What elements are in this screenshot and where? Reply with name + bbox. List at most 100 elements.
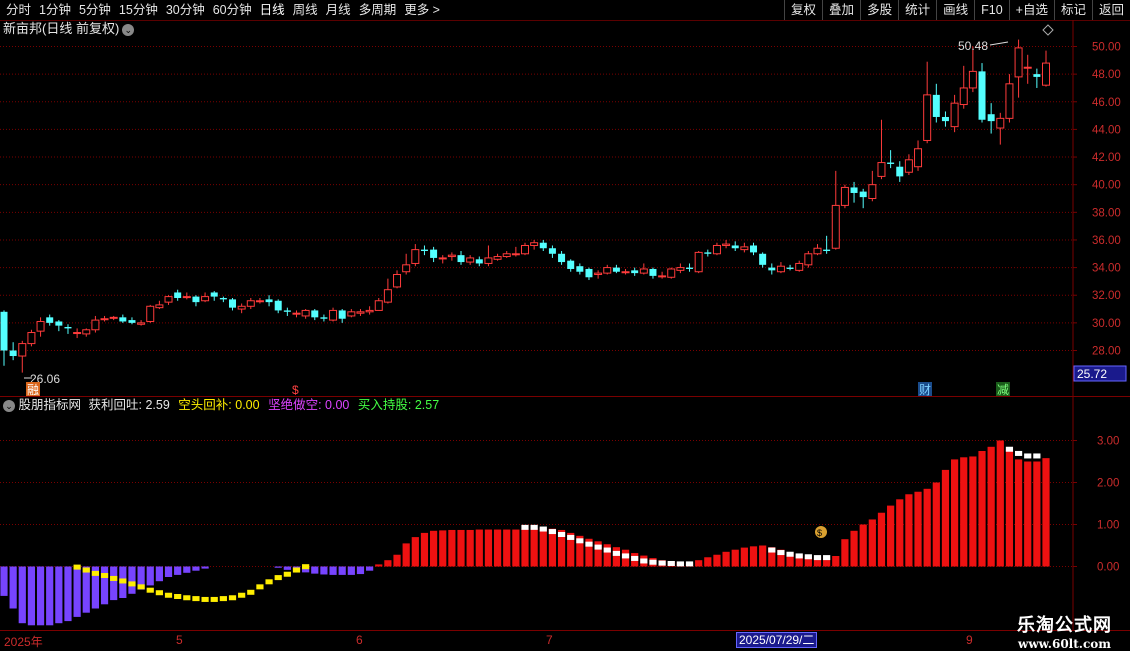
- indicator-bar-red: [969, 456, 977, 567]
- indicator-bar-white: [567, 534, 575, 540]
- indicator-value-hold: 2.57: [414, 398, 440, 412]
- candle-body: [850, 187, 858, 193]
- indicator-bar-red: [841, 539, 849, 567]
- candle-body: [100, 318, 109, 321]
- indicator-bar-red: [411, 537, 419, 567]
- indicator-tick-label: 3.00: [1097, 436, 1119, 448]
- candle-body: [420, 249, 428, 252]
- indicator-bar-red: [960, 457, 968, 567]
- candle-body: [347, 311, 356, 317]
- indicator-bar-purple: [311, 566, 319, 574]
- candle-body: [831, 204, 840, 249]
- indicator-bar-white: [667, 560, 675, 566]
- indicator-bar-white: [804, 554, 812, 560]
- candle-body: [329, 309, 338, 321]
- candle-body: [274, 300, 282, 311]
- indicator-bar-red: [887, 505, 895, 567]
- indicator-bar-red: [1033, 461, 1041, 567]
- indicator-bar-yellow: [219, 596, 227, 602]
- candle-body: [502, 253, 511, 258]
- candle-body: [484, 257, 493, 264]
- price-tick-label: 40.00: [1092, 180, 1121, 192]
- indicator-bar-yellow: [283, 571, 291, 577]
- indicator-bar-red: [914, 491, 922, 567]
- candle-body: [402, 264, 411, 273]
- indicator-bar-yellow: [302, 564, 310, 570]
- indicator-bar-yellow: [265, 579, 273, 585]
- indicator-bar-yellow: [91, 570, 100, 576]
- dividend-icon: $: [292, 383, 299, 397]
- candle-body: [0, 311, 8, 351]
- indicator-bar-white: [768, 547, 776, 553]
- candle-body: [109, 316, 118, 319]
- candle-body: [73, 332, 82, 335]
- watermark-url: www.60lt.com: [1018, 637, 1111, 651]
- candle-body: [603, 267, 612, 274]
- candle-body: [229, 299, 237, 308]
- diamond-icon: [1042, 24, 1054, 36]
- event-mark-reduce-text: 减: [997, 383, 1009, 397]
- indicator-bar-red: [923, 488, 931, 567]
- chevron-down-icon[interactable]: ⌄: [122, 23, 135, 36]
- chevron-down-icon[interactable]: ⌄: [3, 400, 15, 412]
- candle-body: [813, 247, 822, 255]
- candle-body: [558, 253, 566, 263]
- candle-body: [55, 321, 63, 326]
- indicator-bar-red: [402, 543, 410, 567]
- indicator-bar-yellow: [210, 596, 218, 602]
- candle-body: [868, 184, 877, 200]
- indicator-bar-yellow: [292, 567, 301, 573]
- indicator-bar-yellow: [82, 567, 90, 573]
- candle-body: [987, 114, 995, 122]
- candle-body: [64, 327, 72, 329]
- candle-body: [255, 300, 264, 303]
- indicator-bar-red: [429, 530, 438, 567]
- indicator-bar-yellow: [228, 595, 237, 601]
- candle-body: [46, 317, 54, 323]
- indicator-bar-purple: [347, 566, 355, 575]
- candle-body: [786, 267, 794, 269]
- indicator-bar-yellow: [119, 578, 127, 584]
- indicator-bar-yellow: [274, 575, 282, 581]
- candle-body: [959, 87, 968, 106]
- indicator-bar-red: [393, 554, 401, 567]
- indicator-label-short: 坚绝做空:: [268, 398, 322, 412]
- indicator-title: ⌄ 股朋指标网 获利回吐: 2.59 空头回补: 0.00 坚绝做空: 0.00…: [3, 398, 439, 413]
- price-tick-label: 42.00: [1092, 152, 1121, 164]
- candle-body: [36, 320, 45, 332]
- indicator-bar-purple: [73, 566, 81, 617]
- candle-body: [840, 186, 849, 206]
- candle-body: [731, 245, 739, 249]
- candle-body: [1005, 83, 1014, 119]
- date-label-june: 6: [356, 633, 363, 647]
- indicator-bar-red: [439, 530, 447, 567]
- indicator-bar-red: [850, 530, 858, 567]
- indicator-bar-yellow: [155, 590, 163, 596]
- indicator-value-profit: 2.59: [145, 398, 170, 412]
- indicator-bar-red: [1042, 458, 1050, 567]
- indicator-bar-red: [457, 529, 465, 567]
- indicator-bar-purple: [164, 566, 173, 577]
- candle-body: [859, 191, 867, 198]
- watermark: 乐淘公式网 www.60lt.com: [1017, 611, 1112, 651]
- candle-body: [686, 267, 694, 269]
- indicator-bar-white: [548, 529, 557, 535]
- indicator-bar-white: [585, 541, 593, 547]
- indicator-bar-red: [539, 527, 547, 567]
- candle-body: [311, 310, 319, 318]
- candle-body: [383, 289, 392, 303]
- date-label-sept: 9: [966, 633, 973, 647]
- candle-body: [548, 248, 556, 254]
- candle-body: [539, 242, 547, 249]
- indicator-bar-purple: [183, 566, 191, 573]
- candle-body: [530, 242, 539, 246]
- indicator-bar-red: [695, 560, 703, 567]
- indicator-bar-purple: [0, 566, 8, 596]
- candle-body: [511, 253, 520, 256]
- kline-chart[interactable]: 50.0048.0046.0044.0042.0040.0038.0036.00…: [0, 0, 1130, 650]
- candle-body: [658, 275, 667, 278]
- indicator-bar-purple: [64, 566, 72, 622]
- price-tick-label: 36.00: [1092, 235, 1121, 247]
- indicator-bar-yellow: [183, 595, 191, 601]
- candle-body: [182, 296, 191, 299]
